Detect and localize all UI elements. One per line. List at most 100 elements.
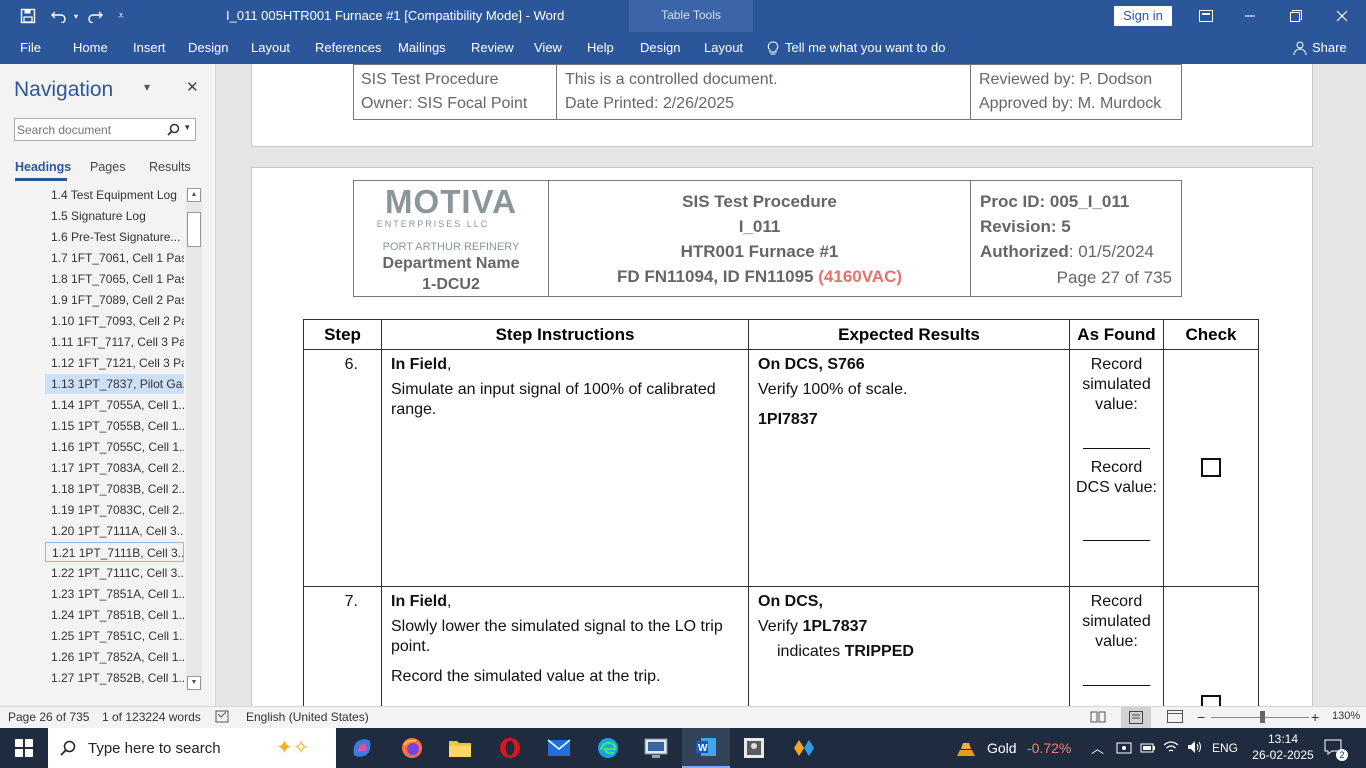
mail-icon[interactable]: [535, 728, 583, 768]
zoom-out-icon[interactable]: −: [1197, 709, 1205, 725]
tab-home[interactable]: Home: [73, 32, 108, 64]
nav-heading-item[interactable]: 1.13 1PT_7837, Pilot Ga...: [45, 374, 184, 394]
expected-cell: On DCS, S766 Verify 100% of scale. 1PI78…: [748, 349, 1070, 587]
tab-view[interactable]: View: [534, 32, 562, 64]
nav-heading-item[interactable]: 1.21 1PT_7111B, Cell 3...: [45, 542, 184, 562]
share-button[interactable]: Share: [1312, 32, 1347, 64]
save-icon[interactable]: [16, 6, 40, 26]
nav-heading-item[interactable]: 1.19 1PT_7083C, Cell 2...: [45, 500, 184, 520]
check-box[interactable]: [1201, 695, 1221, 706]
remote-desktop-icon[interactable]: [632, 728, 680, 768]
tab-review[interactable]: Review: [471, 32, 514, 64]
edge-icon[interactable]: [584, 728, 632, 768]
nav-heading-item[interactable]: 1.6 Pre-Test Signature...: [45, 227, 184, 247]
nav-heading-item[interactable]: 1.26 1PT_7852A, Cell 1...: [45, 647, 184, 667]
nav-heading-item[interactable]: 1.9 1FT_7089, Cell 2 Pas...: [45, 290, 184, 310]
puzzle-app-icon[interactable]: [780, 728, 828, 768]
nav-heading-item[interactable]: 1.18 1PT_7083B, Cell 2...: [45, 479, 184, 499]
nav-heading-item[interactable]: 1.17 1PT_7083A, Cell 2...: [45, 458, 184, 478]
nav-heading-item[interactable]: 1.16 1PT_7055C, Cell 1...: [45, 437, 184, 457]
firefox-icon[interactable]: [388, 728, 436, 768]
check-box[interactable]: [1201, 458, 1221, 477]
tab-table-design[interactable]: Design: [640, 32, 680, 64]
close-icon[interactable]: [1326, 0, 1358, 32]
undo-dropdown-icon[interactable]: ▾: [72, 12, 80, 21]
nav-heading-item[interactable]: 1.15 1PT_7055B, Cell 1...: [45, 416, 184, 436]
sign-in-button[interactable]: Sign in: [1114, 6, 1172, 26]
word-count[interactable]: 1 of 123224 words: [102, 710, 201, 724]
opera-icon[interactable]: [486, 728, 534, 768]
taskbar-search-box[interactable]: Type here to search ✦✧: [48, 728, 336, 768]
nav-heading-item[interactable]: 1.25 1PT_7851C, Cell 1...: [45, 626, 184, 646]
undo-icon[interactable]: [48, 6, 70, 26]
nav-heading-item[interactable]: 1.14 1PT_7055A, Cell 1...: [45, 395, 184, 415]
nav-heading-item[interactable]: 1.12 1FT_7121, Cell 3 Pa...: [45, 353, 184, 373]
input-language[interactable]: ENG: [1212, 741, 1238, 755]
volume-icon[interactable]: [1187, 740, 1203, 759]
zoom-in-icon[interactable]: +: [1311, 709, 1319, 725]
minimize-icon[interactable]: [1234, 0, 1266, 32]
gold-icon[interactable]: [955, 738, 977, 763]
nav-tab-results[interactable]: Results: [149, 160, 191, 174]
read-mode-icon[interactable]: [1090, 710, 1106, 726]
restore-icon[interactable]: [1280, 0, 1312, 32]
tab-help[interactable]: Help: [587, 32, 614, 64]
tab-insert[interactable]: Insert: [133, 32, 166, 64]
nav-tab-headings[interactable]: Headings: [15, 160, 71, 174]
nav-close-icon[interactable]: ✕: [186, 78, 199, 96]
simulated-value-line[interactable]: [1083, 448, 1150, 449]
nav-heading-item[interactable]: 1.23 1PT_7851A, Cell 1...: [45, 584, 184, 604]
nav-heading-item[interactable]: 1.22 1PT_7111C, Cell 3...: [45, 563, 184, 583]
search-document-box[interactable]: ▾: [14, 118, 196, 141]
meet-icon[interactable]: [1116, 740, 1132, 759]
nav-heading-item[interactable]: 1.8 1FT_7065, Cell 1 Pas...: [45, 269, 184, 289]
app-window-icon[interactable]: [730, 728, 778, 768]
tab-design[interactable]: Design: [188, 32, 228, 64]
print-layout-icon[interactable]: [1121, 707, 1151, 728]
wifi-icon[interactable]: [1163, 740, 1179, 759]
search-dropdown-icon[interactable]: ▾: [185, 122, 190, 133]
nav-heading-item[interactable]: 1.24 1PT_7851B, Cell 1...: [45, 605, 184, 625]
nav-heading-item[interactable]: 1.27 1PT_7852B, Cell 1...: [45, 668, 184, 688]
nav-heading-item[interactable]: 1.28 1PT_7852C, Cell 1...: [45, 689, 184, 694]
nav-heading-item[interactable]: 1.20 1PT_7111A, Cell 3...: [45, 521, 184, 541]
nav-options-icon[interactable]: ▾: [144, 80, 150, 94]
nav-scrollbar[interactable]: ▲ ▼: [186, 188, 202, 690]
tell-me-box[interactable]: Tell me what you want to do: [785, 32, 945, 64]
tab-references[interactable]: References: [315, 32, 381, 64]
zoom-slider-thumb[interactable]: [1260, 711, 1265, 723]
customize-qat-icon[interactable]: ⩡: [114, 6, 128, 26]
nav-heading-item[interactable]: 1.5 Signature Log: [45, 206, 184, 226]
language[interactable]: English (United States): [246, 710, 369, 724]
windows-start-icon[interactable]: [0, 728, 48, 768]
gold-label[interactable]: Gold: [987, 740, 1017, 756]
scroll-down-icon[interactable]: ▼: [187, 676, 201, 690]
copilot-icon[interactable]: [338, 728, 386, 768]
tab-file[interactable]: File: [20, 32, 41, 64]
proofing-icon[interactable]: [215, 710, 229, 726]
word-taskbar-icon[interactable]: W: [682, 728, 730, 768]
scroll-up-icon[interactable]: ▲: [187, 188, 201, 202]
search-icon[interactable]: [167, 123, 180, 136]
nav-heading-item[interactable]: 1.11 1FT_7117, Cell 3 Pa...: [45, 332, 184, 352]
nav-heading-item[interactable]: 1.10 1FT_7093, Cell 2 Pa...: [45, 311, 184, 331]
tab-layout[interactable]: Layout: [251, 32, 290, 64]
web-layout-icon[interactable]: [1167, 710, 1183, 726]
dcs-value-line[interactable]: [1083, 540, 1150, 541]
simulated-value-line[interactable]: [1083, 685, 1150, 686]
search-input[interactable]: [17, 121, 157, 138]
show-hidden-icons[interactable]: ︿: [1091, 738, 1104, 757]
file-explorer-icon[interactable]: [436, 728, 484, 768]
zoom-level[interactable]: 130%: [1332, 710, 1360, 722]
tab-mailings[interactable]: Mailings: [398, 32, 446, 64]
page-count[interactable]: Page 26 of 735: [8, 710, 89, 724]
clock[interactable]: 13:14 26-02-2025: [1252, 731, 1314, 763]
nav-heading-item[interactable]: 1.4 Test Equipment Log: [45, 185, 184, 205]
battery-icon[interactable]: [1140, 741, 1156, 759]
redo-icon[interactable]: [84, 6, 106, 26]
nav-heading-item[interactable]: 1.7 1FT_7061, Cell 1 Pas...: [45, 248, 184, 268]
tab-table-layout[interactable]: Layout: [704, 32, 743, 64]
scroll-thumb[interactable]: [187, 212, 201, 247]
nav-tab-pages[interactable]: Pages: [90, 160, 125, 174]
ribbon-display-options-icon[interactable]: [1190, 0, 1222, 32]
